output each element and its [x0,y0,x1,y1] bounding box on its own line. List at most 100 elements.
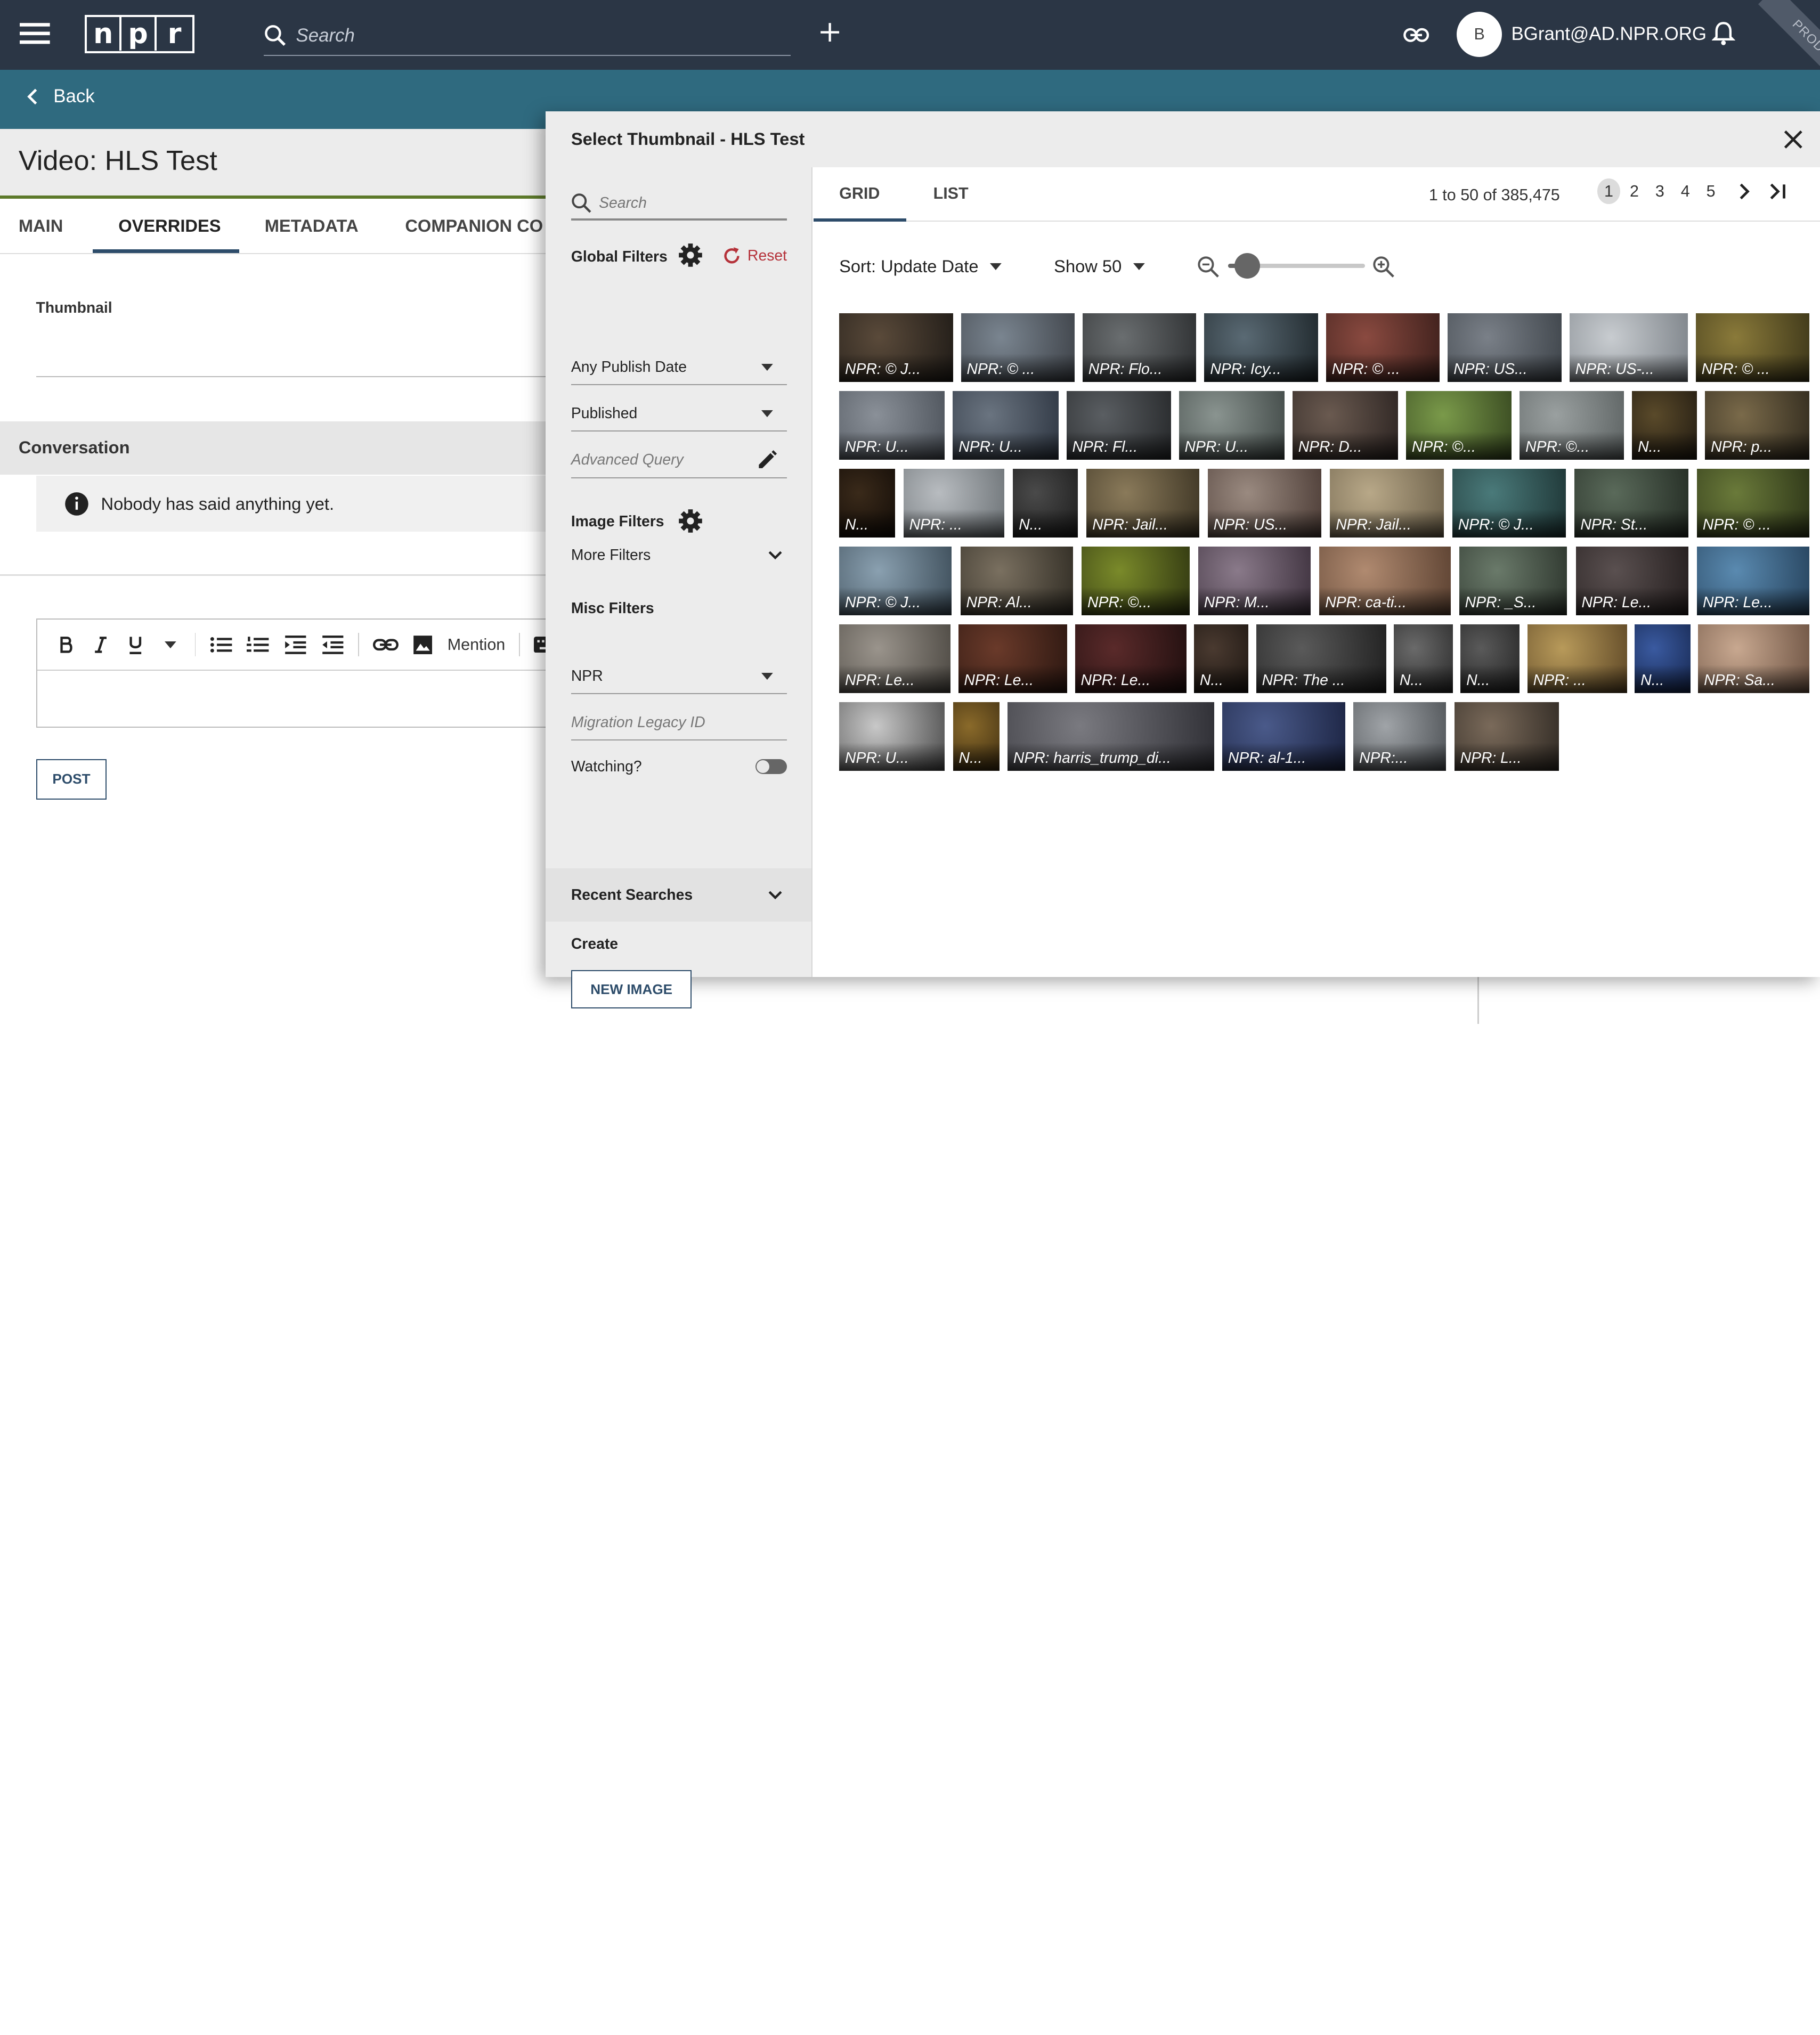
mention-button[interactable]: Mention [448,636,506,654]
image-thumbnail[interactable]: NPR: U... [839,702,945,771]
image-thumbnail[interactable]: NPR: © ... [961,313,1075,382]
tab-overrides[interactable]: OVERRIDES [118,216,221,236]
image-thumbnail[interactable]: NPR: ca-ti... [1319,547,1451,615]
npr-logo[interactable]: n p r [85,15,195,54]
image-thumbnail[interactable]: NPR: U... [839,391,945,460]
add-icon[interactable] [819,22,840,43]
global-search-input[interactable] [296,25,737,46]
chevron-down-icon[interactable] [160,632,181,657]
gear-icon[interactable] [678,508,703,534]
tab-companion-content[interactable]: COMPANION CO [405,216,543,236]
page-size-select[interactable]: Show 50 [1054,256,1145,276]
image-thumbnail[interactable]: NPR: Jail... [1330,469,1444,538]
image-thumbnail[interactable]: NPR: Le... [839,624,951,693]
image-thumbnail[interactable]: NPR: Flo... [1082,313,1197,382]
last-page-icon[interactable] [1769,182,1788,201]
image-thumbnail[interactable]: NPR: M... [1198,547,1311,615]
image-thumbnail[interactable]: NPR: US... [1448,313,1562,382]
gear-icon[interactable] [678,242,703,268]
zoom-slider-handle[interactable] [1234,253,1260,279]
zoom-in-icon[interactable] [1372,255,1395,279]
image-thumbnail[interactable]: NPR: © J... [1452,469,1566,538]
image-thumbnail[interactable]: NPR: ... [903,469,1005,538]
image-thumbnail[interactable]: NPR: harris_trump_di... [1008,702,1214,771]
bullet-list-icon[interactable] [210,632,233,657]
image-thumbnail[interactable]: N... [1393,624,1453,693]
thumbnail-field[interactable] [36,376,558,378]
image-thumbnail[interactable]: N... [1013,469,1078,538]
avatar[interactable]: B [1457,11,1502,57]
image-thumbnail[interactable]: NPR: © ... [1697,469,1810,538]
page-button[interactable]: 3 [1648,178,1672,204]
global-search[interactable] [263,17,791,56]
watching-toggle[interactable] [755,759,787,775]
image-thumbnail[interactable]: N... [1635,624,1691,693]
page-button[interactable]: 4 [1673,178,1697,204]
image-thumbnail[interactable]: NPR: St... [1574,469,1688,538]
sort-select[interactable]: Sort: Update Date [839,256,1002,276]
image-thumbnail[interactable]: NPR: The ... [1256,624,1386,693]
close-icon[interactable] [1782,128,1805,151]
link-icon[interactable] [373,632,399,657]
image-thumbnail[interactable]: NPR: © J... [839,547,952,615]
image-thumbnail[interactable]: NPR: ©... [1406,391,1512,460]
image-thumbnail[interactable]: NPR: Sa... [1698,624,1810,693]
italic-icon[interactable] [91,632,111,657]
tab-list[interactable]: LIST [933,184,969,203]
edit-icon[interactable] [757,450,777,470]
image-thumbnail[interactable]: NPR: ... [1527,624,1628,693]
image-thumbnail[interactable]: NPR: © J... [839,313,953,382]
image-thumbnail[interactable]: N... [1632,391,1697,460]
image-thumbnail[interactable]: NPR: U... [953,391,1059,460]
recent-searches-toggle[interactable]: Recent Searches [571,886,787,904]
source-select[interactable]: NPR [571,659,787,694]
numbered-list-icon[interactable] [247,632,270,657]
image-thumbnail[interactable]: NPR: Le... [1575,547,1688,615]
image-thumbnail[interactable]: N... [1194,624,1249,693]
page-button[interactable]: 1 [1597,178,1621,205]
zoom-slider[interactable] [1228,253,1366,279]
status-select[interactable]: Published [571,397,787,432]
new-image-button[interactable]: NEW IMAGE [571,970,692,1009]
image-thumbnail[interactable]: NPR: Jail... [1086,469,1199,538]
image-thumbnail[interactable]: NPR: Le... [1075,624,1187,693]
image-thumbnail[interactable]: N... [839,469,895,538]
outdent-icon[interactable] [321,632,345,657]
tab-main[interactable]: MAIN [19,216,63,236]
image-icon[interactable] [412,632,433,657]
migration-legacy-id-field[interactable]: Migration Legacy ID [571,706,787,740]
image-thumbnail[interactable]: NPR: al-1... [1222,702,1345,771]
image-thumbnail[interactable]: NPR: © ... [1326,313,1440,382]
image-thumbnail[interactable]: NPR: D... [1292,391,1399,460]
filter-search[interactable] [571,188,787,221]
indent-icon[interactable] [284,632,307,657]
publish-date-select[interactable]: Any Publish Date [571,351,787,386]
image-thumbnail[interactable]: N... [953,702,1000,771]
bold-icon[interactable] [55,632,76,657]
reset-button[interactable]: Reset [722,246,787,266]
image-thumbnail[interactable]: NPR: ©... [1520,391,1624,460]
advanced-query-field[interactable]: Advanced Query [571,443,787,478]
link-icon[interactable] [1402,23,1430,47]
image-thumbnail[interactable]: NPR: ©... [1082,547,1190,615]
image-thumbnail[interactable]: NPR: © ... [1695,313,1810,382]
back-button[interactable]: Back [26,86,95,107]
image-thumbnail[interactable]: NPR: US-... [1569,313,1688,382]
image-thumbnail[interactable]: N... [1460,624,1520,693]
more-filters-toggle[interactable]: More Filters [571,547,787,564]
bell-icon[interactable] [1712,21,1735,46]
comment-editor[interactable]: Mention [36,618,558,728]
underline-icon[interactable] [125,632,146,657]
image-thumbnail[interactable]: NPR: _S... [1459,547,1567,615]
image-thumbnail[interactable]: NPR: Le... [1697,547,1810,615]
chevron-right-icon[interactable] [1738,182,1750,201]
image-thumbnail[interactable]: NPR: Icy... [1204,313,1318,382]
tab-grid[interactable]: GRID [839,184,880,203]
image-thumbnail[interactable]: NPR: Al... [960,547,1073,615]
image-thumbnail[interactable]: NPR: U... [1179,391,1285,460]
filter-search-input[interactable] [599,194,773,212]
page-button[interactable]: 2 [1623,178,1646,204]
zoom-out-icon[interactable] [1197,255,1220,279]
image-thumbnail[interactable]: NPR: Le... [958,624,1068,693]
menu-icon[interactable] [20,22,50,45]
